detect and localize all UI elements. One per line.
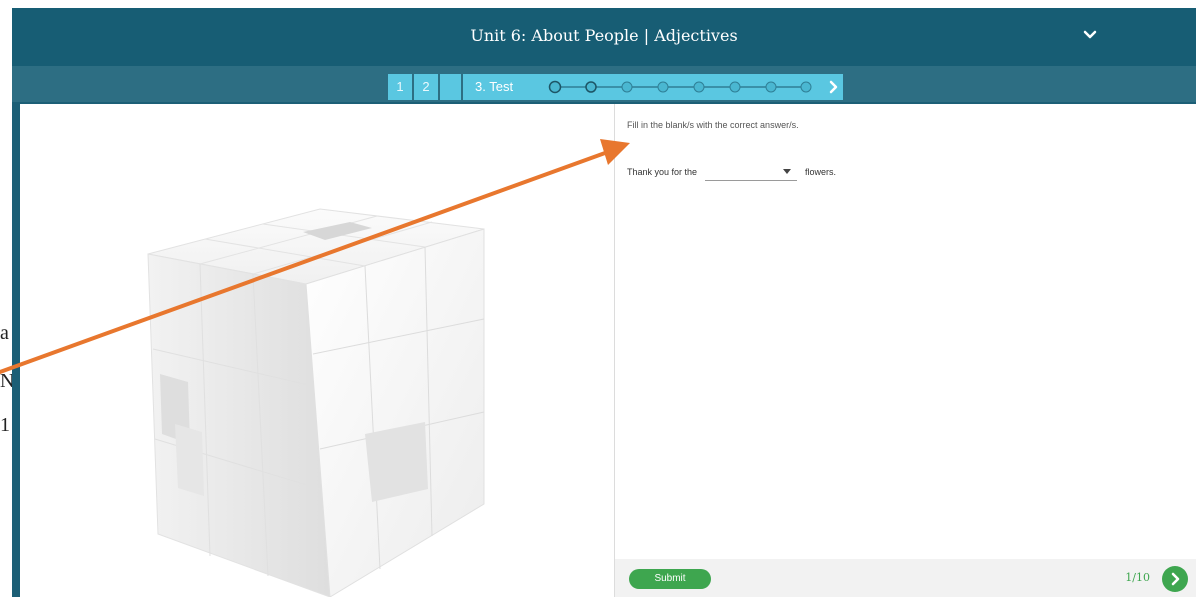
question-instruction: Fill in the blank/s with the correct ans…: [627, 120, 799, 130]
lesson-window: Unit 6: About People | Adjectives 1 2 3.…: [12, 8, 1196, 597]
step-tab-gap: [440, 74, 461, 100]
progress-dots: [548, 80, 812, 94]
question-text-after: flowers.: [805, 167, 837, 177]
progress-dot: [548, 80, 562, 94]
background-page: [0, 0, 12, 597]
question-sentence: Thank you for the flowers.: [627, 163, 836, 181]
question-pane: Fill in the blank/s with the correct ans…: [615, 104, 1196, 597]
lesson-header: Unit 6: About People | Adjectives: [12, 8, 1196, 66]
background-text-line: 1: [0, 414, 10, 436]
progress-dot: [729, 81, 741, 93]
progress-dot: [585, 81, 597, 93]
submit-button[interactable]: Submit: [629, 569, 711, 589]
step-tab-2[interactable]: 2: [414, 74, 438, 100]
progress-dot: [693, 81, 705, 93]
question-footer: Submit 1/10: [615, 559, 1196, 597]
caret-down-icon: [783, 169, 792, 174]
question-text-before: Thank you for the: [627, 167, 698, 177]
step-navigation: 1 2 3. Test: [12, 66, 1196, 102]
answer-dropdown[interactable]: [705, 163, 798, 181]
background-text-line: a: [0, 322, 9, 344]
progress-dot: [657, 81, 669, 93]
chevron-right-icon[interactable]: [827, 80, 839, 94]
step-tab-test[interactable]: 3. Test: [463, 74, 843, 100]
cube-illustration: [147, 208, 485, 597]
progress-dot: [800, 81, 812, 93]
progress-dot: [621, 81, 633, 93]
progress-dot: [765, 81, 777, 93]
chevron-down-icon[interactable]: [1082, 28, 1098, 42]
lesson-content: Fill in the blank/s with the correct ans…: [20, 104, 1196, 597]
image-pane: [20, 104, 614, 597]
step-tab-1[interactable]: 1: [388, 74, 412, 100]
question-counter: 1/10: [1125, 571, 1150, 584]
lesson-title: Unit 6: About People | Adjectives: [470, 26, 738, 45]
next-question-button[interactable]: [1162, 566, 1188, 592]
chevron-right-icon: [1171, 572, 1180, 586]
